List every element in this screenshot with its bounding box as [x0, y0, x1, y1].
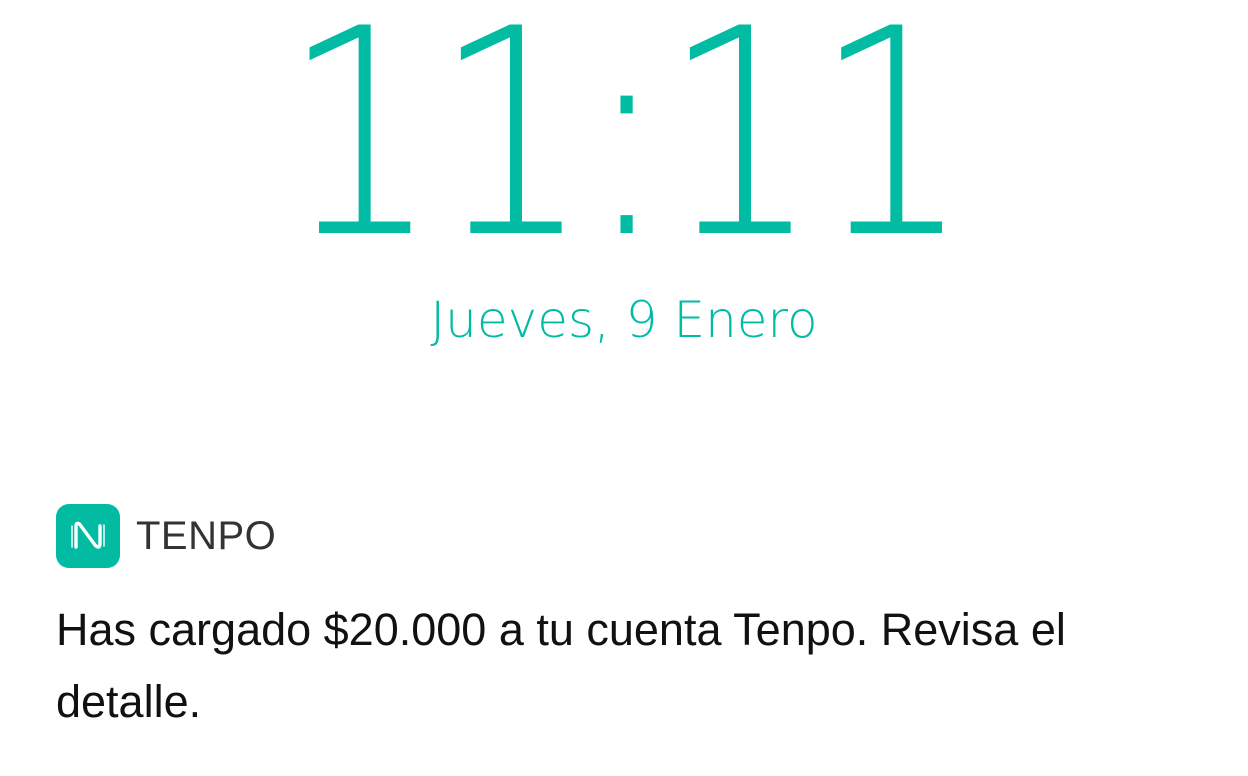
- lock-screen: 11:11 Jueves, 9 Enero TENPO Has cargado …: [0, 0, 1248, 776]
- tenpo-logo-icon: [56, 504, 120, 568]
- lock-screen-date: Jueves, 9 Enero: [430, 291, 818, 349]
- notification-card[interactable]: TENPO Has cargado $20.000 a tu cuenta Te…: [56, 504, 1186, 738]
- lock-screen-time: 11:11: [282, 0, 970, 301]
- notification-header: TENPO: [56, 504, 1186, 568]
- notification-app-name: TENPO: [136, 514, 277, 558]
- notification-message: Has cargado $20.000 a tu cuenta Tenpo. R…: [56, 604, 1066, 727]
